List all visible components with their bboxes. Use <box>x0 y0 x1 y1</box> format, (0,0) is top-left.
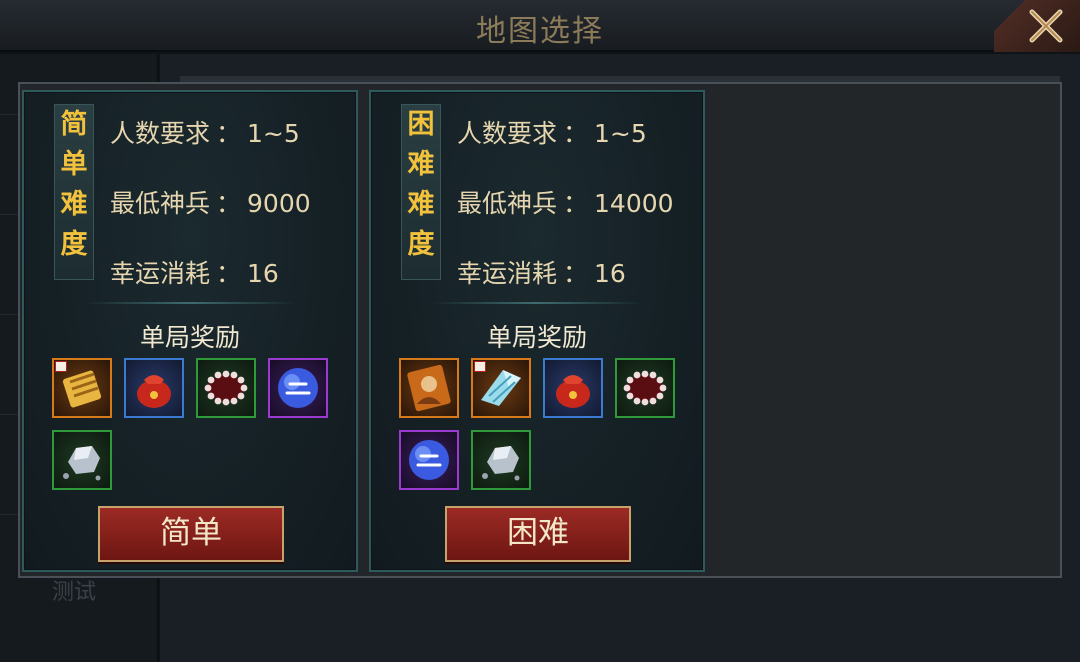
bound-badge-icon <box>474 361 486 372</box>
difficulty-tag-char: 简 <box>60 109 88 140</box>
reward-slot[interactable] <box>471 358 531 418</box>
red-pouch-icon <box>137 375 171 408</box>
pearl-necklace-icon <box>623 370 667 406</box>
background-ghost-label: 测试 <box>52 580 97 605</box>
title-bar: 地图选择 <box>0 0 1080 52</box>
stat-player-count: 人数要求： 1~5 <box>457 119 647 148</box>
reward-slot[interactable] <box>399 358 459 418</box>
difficulty-tag-char: 单 <box>60 149 88 180</box>
difficulty-tag-char: 难 <box>407 189 435 220</box>
reward-slot[interactable] <box>399 430 459 490</box>
easy-button[interactable]: 简单 <box>98 506 284 562</box>
reward-slot[interactable] <box>52 358 112 418</box>
stat-min-weapon-power: 最低神兵： 9000 <box>110 189 311 218</box>
difficulty-tag-char: 难 <box>60 189 88 220</box>
reward-slot[interactable] <box>543 358 603 418</box>
map-select-empty-area <box>714 82 1062 578</box>
stat-luck-cost: 幸运消耗： 16 <box>457 259 626 288</box>
silver-ore-icon <box>482 446 520 481</box>
reward-slot[interactable] <box>268 358 328 418</box>
stat-luck-cost: 幸运消耗： 16 <box>110 259 279 288</box>
difficulty-tag-char: 度 <box>60 229 88 260</box>
difficulty-tag-char: 困 <box>407 109 435 140</box>
pearl-necklace-icon <box>204 370 248 406</box>
blue-orb-icon <box>409 440 449 480</box>
hard-button[interactable]: 困难 <box>445 506 631 562</box>
red-pouch-icon <box>556 375 590 408</box>
reward-slot[interactable] <box>124 358 184 418</box>
reward-title: 单局奖励 <box>139 323 240 352</box>
reward-slot[interactable] <box>196 358 256 418</box>
stat-min-weapon-power: 最低神兵： 14000 <box>457 189 674 218</box>
divider <box>431 302 643 304</box>
reward-slot[interactable] <box>615 358 675 418</box>
bound-badge-icon <box>55 361 67 372</box>
difficulty-tag: 简 单 难 度 <box>54 104 94 280</box>
divider <box>84 302 296 304</box>
close-icon <box>1029 9 1063 43</box>
window-title: 地图选择 <box>476 14 604 49</box>
difficulty-card-easy: 简 单 难 度 人数要求： 1~5 最低神兵： 9000 幸运消耗： 16 单局奖励 <box>22 90 358 572</box>
reward-slot[interactable] <box>471 430 531 490</box>
difficulty-tag-char: 度 <box>407 229 435 260</box>
close-button[interactable] <box>994 0 1080 52</box>
reward-slot[interactable] <box>52 430 112 490</box>
hero-card-icon <box>407 364 451 412</box>
difficulty-tag-char: 难 <box>407 149 435 180</box>
difficulty-tag: 困 难 难 度 <box>401 104 441 280</box>
difficulty-card-hard: 困 难 难 度 人数要求： 1~5 最低神兵： 14000 幸运消耗： 16 单局奖励 <box>369 90 705 572</box>
reward-title: 单局奖励 <box>486 323 587 352</box>
stat-player-count: 人数要求： 1~5 <box>110 119 300 148</box>
blue-orb-icon <box>278 368 318 408</box>
silver-ore-icon <box>63 446 101 481</box>
